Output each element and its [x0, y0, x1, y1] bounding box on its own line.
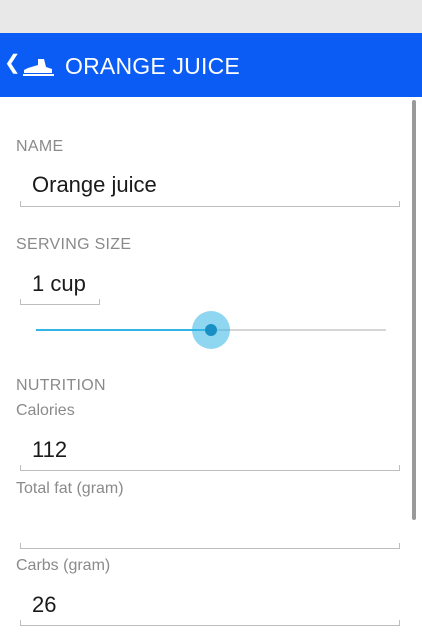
serving-size-underline — [20, 294, 100, 305]
slider-thumb[interactable] — [205, 324, 217, 336]
total-fat-input-underline — [20, 538, 400, 549]
carbs-input-underline — [20, 615, 400, 626]
nutrition-section-label: NUTRITION — [16, 377, 106, 394]
status-bar — [0, 0, 422, 33]
chevron-left-icon[interactable]: ❮ — [4, 53, 21, 73]
scrollbar[interactable] — [412, 100, 416, 520]
serving-size-label: SERVING SIZE — [16, 236, 132, 253]
name-input[interactable]: Orange juice — [32, 172, 157, 198]
name-section-label: NAME — [16, 138, 64, 155]
calories-label: Calories — [16, 402, 75, 419]
page-title: ORANGE JUICE — [65, 53, 240, 79]
calories-input-underline — [20, 460, 400, 471]
total-fat-label: Total fat (gram) — [16, 480, 124, 497]
serving-size-slider[interactable] — [36, 311, 386, 349]
slider-fill — [36, 329, 211, 331]
shoe-icon[interactable] — [22, 55, 58, 77]
carbs-label: Carbs (gram) — [16, 557, 111, 574]
name-input-underline — [20, 196, 400, 207]
action-bar: ❮ ORANGE JUICE — [0, 33, 422, 97]
